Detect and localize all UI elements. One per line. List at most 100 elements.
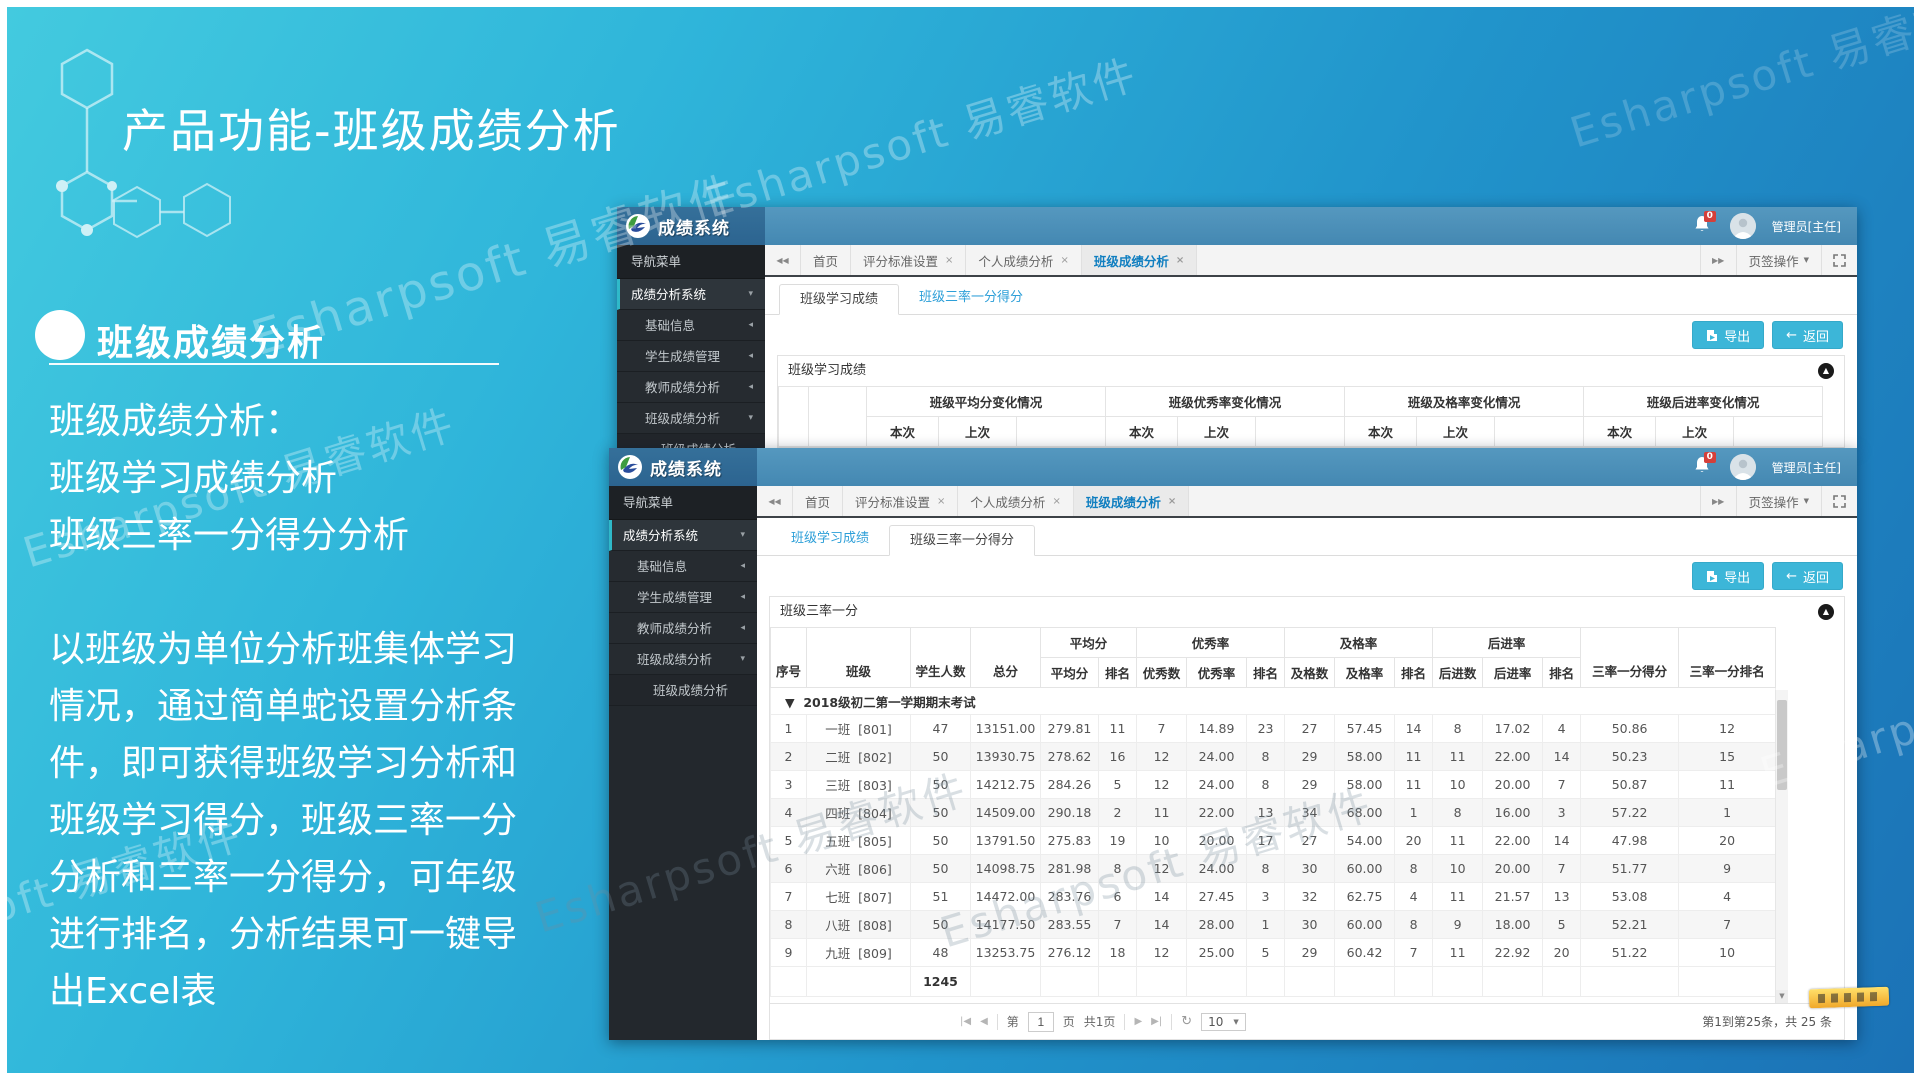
table-cell[interactable]: 5 <box>771 827 807 855</box>
table-cell[interactable]: 14 <box>1543 743 1581 771</box>
scrollbar-thumb[interactable] <box>1777 700 1787 790</box>
column-header[interactable]: 上次 <box>1178 417 1256 447</box>
table-row[interactable]: 2二班 [802]5013930.75278.62161224.0082958.… <box>771 743 1776 771</box>
table-cell[interactable]: 22.00 <box>1483 743 1543 771</box>
table-cell[interactable]: 60.00 <box>1335 911 1395 939</box>
table-cell[interactable]: 二班 [802] <box>807 743 911 771</box>
table-cell[interactable]: 58.00 <box>1335 743 1395 771</box>
table-cell[interactable]: 八班 [808] <box>807 911 911 939</box>
table-cell[interactable]: 9 <box>1433 911 1483 939</box>
table-cell[interactable]: 18 <box>1099 939 1137 967</box>
table-cell[interactable]: 13 <box>1247 799 1285 827</box>
table-cell[interactable]: 10 <box>1433 855 1483 883</box>
table-row[interactable]: 1一班 [801]4713151.00279.8111714.89232757.… <box>771 715 1776 743</box>
column-header[interactable]: 后进率 <box>1483 658 1543 688</box>
column-header[interactable]: 本次 <box>867 417 939 447</box>
table-cell[interactable]: 14472.00 <box>971 883 1041 911</box>
table-cell[interactable]: 14 <box>1395 715 1433 743</box>
table-cell[interactable]: 14177.50 <box>971 911 1041 939</box>
table-cell[interactable]: 13253.75 <box>971 939 1041 967</box>
page-number-input[interactable] <box>1028 1012 1054 1032</box>
table-cell[interactable]: 11 <box>1395 771 1433 799</box>
table-cell[interactable]: 8 <box>1247 771 1285 799</box>
table-cell[interactable]: 29 <box>1285 771 1335 799</box>
sidebar-item[interactable]: 学生成绩管理 ◂ <box>617 341 765 372</box>
table-cell[interactable]: 17.02 <box>1483 715 1543 743</box>
table-cell[interactable]: 11 <box>1395 743 1433 771</box>
sidebar-item[interactable]: 班级成绩分析 ▾ <box>617 403 765 434</box>
table-cell[interactable]: 12 <box>1137 939 1187 967</box>
table-cell[interactable]: 16.00 <box>1483 799 1543 827</box>
table-cell[interactable]: 28.00 <box>1187 911 1247 939</box>
table-cell[interactable]: 10 <box>1433 771 1483 799</box>
table-cell[interactable]: 22.92 <box>1483 939 1543 967</box>
table-cell[interactable]: 30 <box>1285 911 1335 939</box>
table-cell[interactable]: 27.45 <box>1187 883 1247 911</box>
close-tab-icon[interactable]: × <box>1060 255 1068 266</box>
table-cell[interactable]: 3 <box>771 771 807 799</box>
table-cell[interactable]: 50 <box>911 771 971 799</box>
table-cell[interactable]: 11 <box>1433 883 1483 911</box>
table-cell[interactable]: 50 <box>911 827 971 855</box>
table-cell[interactable]: 25.00 <box>1187 939 1247 967</box>
table-cell[interactable]: 283.76 <box>1041 883 1099 911</box>
pager-next-icon[interactable]: ▶ <box>1134 1016 1142 1027</box>
table-row[interactable]: 3三班 [803]5014212.75284.2651224.0082958.0… <box>771 771 1776 799</box>
table-cell[interactable]: 11 <box>1433 827 1483 855</box>
table-cell[interactable]: 4 <box>1543 715 1581 743</box>
table-cell[interactable]: 6 <box>771 855 807 883</box>
tabs-collapse-icon[interactable]: ◀◀ <box>765 245 801 275</box>
table-cell[interactable]: 50.87 <box>1581 771 1679 799</box>
table-cell[interactable]: 7 <box>1099 911 1137 939</box>
table-cell[interactable]: 23 <box>1247 715 1285 743</box>
tab-operations-button[interactable]: 页签操作 ▼ <box>1736 245 1821 275</box>
column-header[interactable]: 及格率 <box>1335 658 1395 688</box>
table-cell[interactable]: 14 <box>1543 827 1581 855</box>
close-tab-icon[interactable]: × <box>945 255 953 266</box>
table-cell[interactable]: 60.42 <box>1335 939 1395 967</box>
column-header[interactable]: 本次 <box>1106 417 1178 447</box>
table-cell[interactable]: 20.00 <box>1187 827 1247 855</box>
table-cell[interactable]: 22.00 <box>1483 827 1543 855</box>
table-cell[interactable]: 19 <box>1099 827 1137 855</box>
table-cell[interactable]: 53.08 <box>1581 883 1679 911</box>
table-cell[interactable]: 五班 [805] <box>807 827 911 855</box>
table-cell[interactable]: 1 <box>1395 799 1433 827</box>
column-header[interactable]: 序号 <box>771 628 807 688</box>
nav-tab[interactable]: 班级成绩分析 × <box>1082 245 1197 275</box>
nav-tab[interactable]: 个人成绩分析 × <box>958 486 1073 516</box>
table-cell[interactable]: 47 <box>911 715 971 743</box>
table-cell[interactable]: 9 <box>1679 855 1776 883</box>
nav-tab[interactable]: 首页 <box>801 245 851 275</box>
table-cell[interactable]: 14098.75 <box>971 855 1041 883</box>
table-cell[interactable]: 九班 [809] <box>807 939 911 967</box>
table-cell[interactable]: 13151.00 <box>971 715 1041 743</box>
column-header[interactable]: 排名 <box>1247 658 1285 688</box>
column-header[interactable]: 上次 <box>1656 417 1734 447</box>
table-cell[interactable]: 1 <box>771 715 807 743</box>
column-header[interactable]: 上次 <box>939 417 1017 447</box>
nav-tab[interactable]: 评分标准设置 × <box>843 486 958 516</box>
table-cell[interactable]: 283.55 <box>1041 911 1099 939</box>
table-cell[interactable]: 51 <box>911 883 971 911</box>
notification-bell-icon[interactable]: 0 <box>1694 215 1714 237</box>
table-cell[interactable]: 8 <box>1247 855 1285 883</box>
table-cell[interactable]: 27 <box>1285 715 1335 743</box>
table-cell[interactable]: 1 <box>1247 911 1285 939</box>
user-menu[interactable]: 管理员[主任] <box>1772 459 1841 476</box>
table-cell[interactable]: 50 <box>911 743 971 771</box>
pager-prev-icon[interactable]: ◀ <box>980 1016 988 1027</box>
column-header[interactable]: 排名 <box>1543 658 1581 688</box>
table-cell[interactable]: 7 <box>771 883 807 911</box>
sidebar-item[interactable]: 成绩分析系统 ▾ <box>617 279 765 310</box>
table-cell[interactable]: 11 <box>1433 743 1483 771</box>
table-cell[interactable]: 14212.75 <box>971 771 1041 799</box>
table-cell[interactable]: 22.00 <box>1187 799 1247 827</box>
table-cell[interactable]: 七班 [807] <box>807 883 911 911</box>
table-cell[interactable]: 1 <box>1679 799 1776 827</box>
table-cell[interactable]: 12 <box>1137 743 1187 771</box>
table-cell[interactable]: 24.00 <box>1187 771 1247 799</box>
table-cell[interactable]: 3 <box>1543 799 1581 827</box>
table-cell[interactable]: 60.00 <box>1335 855 1395 883</box>
column-header[interactable]: 优秀率 <box>1187 658 1247 688</box>
